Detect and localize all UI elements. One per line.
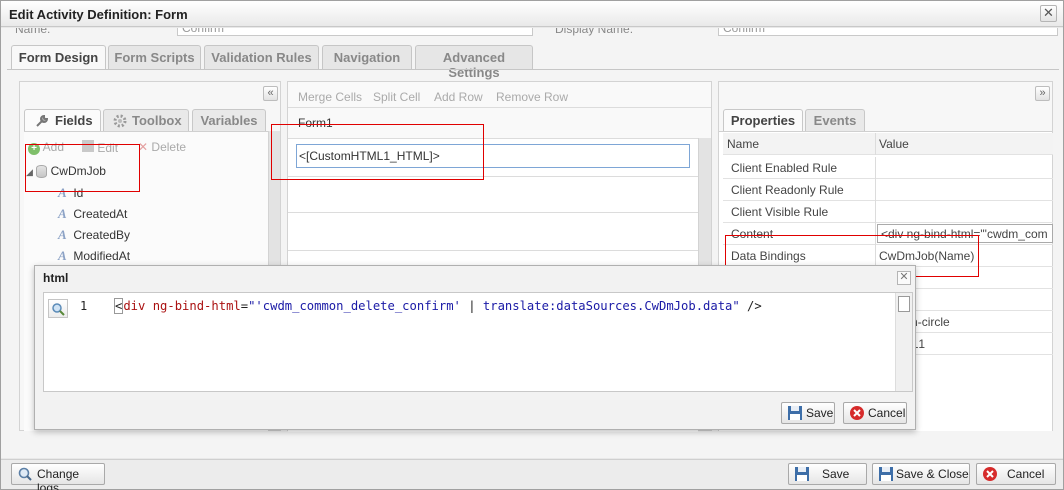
search-icon[interactable] [48,299,68,318]
field-label: CreatedBy [73,228,131,242]
prop-client-readonly-rule[interactable]: Client Readonly Rule [723,179,1053,201]
top-fields: Name: Confirm Display Name: Confirm [1,28,1063,40]
html-cancel-button[interactable]: Cancel [843,402,907,424]
dialog-titlebar: Edit Activity Definition: Form ✕ [1,1,1063,27]
change-logs-button[interactable]: Change logs [11,463,105,490]
name-label: Name: [15,28,51,36]
col-separator [875,157,876,179]
display-name-label: Display Name: [555,28,634,36]
toolbar-divider [288,107,711,108]
html-dialog-close-button[interactable]: ✕ [897,271,911,285]
tab-toolbox-label: Toolbox [132,113,182,128]
remove-row-button[interactable]: Remove Row [496,90,568,104]
prop-client-visible-rule[interactable]: Client Visible Rule [723,201,1053,223]
tree-field-createdby[interactable]: A CreatedBy [58,227,130,243]
code-expression: translate:dataSources.CwDmJob.data" [482,299,740,313]
delete-field-button[interactable]: ✕ Delete [138,140,186,154]
prop-name: Client Readonly Rule [731,183,844,197]
floppy-disk-icon [795,467,809,481]
tree-field-createdat[interactable]: A CreatedAt [58,206,127,222]
highlight-box-datasource [25,144,140,192]
tab-fields-label: Fields [55,113,93,128]
html-save-button[interactable]: Save [781,402,835,424]
tab-toolbox[interactable]: Toolbox [103,109,189,131]
code-string: "'cwdm_common_delete_confirm' [248,299,461,313]
display-name-field[interactable]: Confirm [718,28,1058,36]
editor-scrollbar[interactable] [895,293,912,391]
code-pipe: | [460,299,483,313]
field-label: CreatedAt [73,207,128,221]
code-tag: div [123,299,146,313]
html-save-label: Save [806,406,834,420]
tab-divider [7,69,1059,70]
change-logs-label: Change logs [37,467,80,490]
code-bracket: < [114,298,124,314]
code-editor[interactable]: 1 <div ng-bind-html="'cwdm_common_delete… [43,292,913,392]
properties-header: Name Value [723,133,1053,155]
delete-label: Delete [151,140,187,154]
header-value: Value [879,137,909,151]
html-editor-dialog: html ✕ 1 <div ng-bind-html="'cwdm_common… [34,265,916,430]
html-dialog-title: html [43,271,69,285]
text-field-icon: A [58,227,67,242]
html-cancel-label: Cancel [868,406,906,420]
line-number: 1 [80,299,88,313]
col-separator [875,201,876,223]
dialog-title: Edit Activity Definition: Form [9,7,188,22]
dialog-footer: Change logs Save Save & Close Cancel [1,459,1063,490]
cancel-icon [983,467,997,481]
tab-advanced-settings[interactable]: Advanced Settings [415,45,533,80]
prop-name: Client Visible Rule [731,205,829,219]
form-row-divider [288,250,698,251]
highlight-box-form-cell [271,124,484,180]
tab-form-design[interactable]: Form Design [11,45,106,69]
cancel-button[interactable]: Cancel [976,463,1056,485]
form-row-divider [288,212,698,213]
tab-variables[interactable]: Variables [192,109,266,131]
dialog-close-button[interactable]: ✕ [1040,5,1057,22]
collapse-left-button[interactable]: « [263,86,278,101]
cancel-label: Cancel [1007,467,1045,481]
save-label: Save [822,467,850,481]
prop-client-enabled-rule[interactable]: Client Enabled Rule [723,157,1053,179]
floppy-disk-icon [879,467,893,481]
wrench-icon [36,114,49,127]
edit-activity-dialog: Edit Activity Definition: Form ✕ Name: C… [0,0,1064,490]
save-close-button[interactable]: Save & Close [872,463,970,485]
text-field-icon: A [58,248,67,263]
code-attr: ng-bind-html [145,299,241,313]
header-name: Name [727,137,760,151]
floppy-disk-icon [788,406,802,420]
add-row-button[interactable]: Add Row [434,90,483,104]
text-field-icon: A [58,206,67,221]
scroll-thumb[interactable] [898,296,910,312]
save-button[interactable]: Save [788,463,867,485]
tab-events[interactable]: Events [805,109,865,131]
expand-right-button[interactable]: » [1035,86,1050,101]
magnifier-icon [52,303,65,316]
code-eq: = [240,299,249,313]
cancel-icon [850,406,864,420]
tab-navigation[interactable]: Navigation [322,45,412,69]
code-line[interactable]: <div ng-bind-html="'cwdm_common_delete_c… [114,298,762,314]
save-close-label: Save & Close [896,467,969,481]
gear-icon [113,114,127,128]
field-label: ModifiedAt [73,249,131,263]
tab-form-scripts[interactable]: Form Scripts [108,45,201,69]
col-separator [875,179,876,201]
merge-cells-button[interactable]: Merge Cells [298,90,362,104]
tree-field-modifiedat[interactable]: A ModifiedAt [58,248,130,264]
name-field[interactable]: Confirm [177,28,533,36]
col-separator [875,133,876,155]
tab-fields[interactable]: Fields [24,109,101,131]
split-cell-button[interactable]: Split Cell [373,90,420,104]
search-icon [18,467,32,481]
tab-properties[interactable]: Properties [723,109,803,131]
tab-validation-rules[interactable]: Validation Rules [204,45,319,69]
code-close: /> [739,299,762,313]
prop-name: Client Enabled Rule [731,161,838,175]
